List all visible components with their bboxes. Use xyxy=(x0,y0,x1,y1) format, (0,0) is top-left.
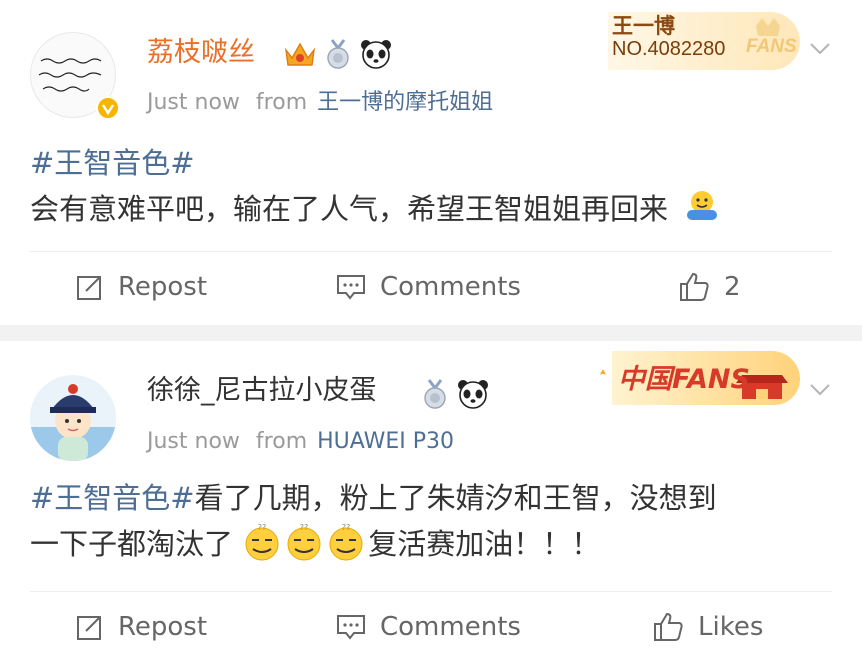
thumbs-up-icon xyxy=(654,612,683,641)
post-body-line2b: 复活赛加油！！！ xyxy=(368,527,601,561)
thumbs-up-icon xyxy=(680,272,709,301)
repost-button[interactable]: Repost xyxy=(76,597,207,657)
from-label: from xyxy=(255,429,308,454)
like-count: 2 xyxy=(724,272,741,302)
fans-badge[interactable]: 王一博 NO.4082280 FANS xyxy=(600,6,804,72)
username[interactable]: 荔枝啵丝 xyxy=(147,35,255,71)
repost-button[interactable]: Repost xyxy=(76,257,207,317)
china-fans-badge[interactable]: 中国FANS xyxy=(592,343,804,409)
smug-emoji-icon: ?? xyxy=(287,523,321,561)
from-label: from xyxy=(255,90,308,115)
username[interactable]: 徐徐_尼古拉小皮蛋 xyxy=(147,373,377,409)
likes-label: Likes xyxy=(698,612,764,642)
like-button[interactable]: 2 xyxy=(678,257,741,317)
smug-emoji-icon: ?? xyxy=(329,523,363,561)
verified-badge-icon xyxy=(96,96,120,120)
crown-icon xyxy=(284,42,316,66)
medal-icon xyxy=(424,379,446,409)
post-time: Just now xyxy=(147,90,240,115)
svg-text:??: ?? xyxy=(300,523,309,532)
post-body-line2a: 一下子都淘汰了 xyxy=(30,527,234,561)
user-avatar[interactable] xyxy=(30,375,116,461)
like-button[interactable]: Likes xyxy=(652,597,763,657)
user-badges xyxy=(283,38,393,70)
medal-icon xyxy=(327,39,349,69)
panda-icon xyxy=(458,380,488,409)
comments-label: Comments xyxy=(380,612,521,642)
comments-button[interactable]: Comments xyxy=(336,597,521,657)
post-text: #王智音色#看了几期，粉上了朱婧汐和王智，没想到 一下子都淘汰了 ?? ?? ?… xyxy=(30,475,832,567)
svg-text:??: ?? xyxy=(342,523,351,532)
repost-label: Repost xyxy=(118,612,208,642)
repost-icon xyxy=(77,616,101,640)
post-source[interactable]: 王一博的摩托姐姐 xyxy=(317,90,493,115)
user-badges xyxy=(420,378,490,410)
fans-badge-label: FANS xyxy=(746,36,797,57)
comment-icon xyxy=(337,275,365,300)
comments-button[interactable]: Comments xyxy=(336,257,521,317)
fans-badge-name: 王一博 xyxy=(612,14,675,38)
china-fans-label: 中国FANS xyxy=(618,364,750,395)
comment-icon xyxy=(337,615,365,640)
hashtag-link[interactable]: #王智音色# xyxy=(30,146,195,180)
post-source[interactable]: HUAWEI P30 xyxy=(317,429,454,454)
smug-emoji-icons: ?? ?? ?? xyxy=(245,523,363,561)
chevron-down-icon[interactable] xyxy=(808,377,832,401)
divider xyxy=(30,591,832,592)
post-time: Just now xyxy=(147,429,240,454)
chevron-down-icon[interactable] xyxy=(808,36,832,60)
post-text: #王智音色# 会有意难平吧，输在了人气，希望王智姐姐再回来 xyxy=(30,140,832,232)
post-body: 会有意难平吧，输在了人气，希望王智姐姐再回来 xyxy=(30,192,669,226)
weibo-post-2: 徐徐_尼古拉小皮蛋 Just now from HUAWEI P30 中国FAN… xyxy=(0,341,862,664)
post-separator xyxy=(0,325,862,341)
panda-icon xyxy=(361,40,391,69)
svg-text:??: ?? xyxy=(258,523,267,532)
hashtag-link[interactable]: #王智音色# xyxy=(30,481,195,515)
post-meta: Just now from 王一博的摩托姐姐 xyxy=(147,88,493,118)
action-bar: Repost Comments Likes xyxy=(0,597,862,657)
repost-label: Repost xyxy=(118,272,208,302)
hug-emoji-icon xyxy=(687,191,718,220)
post-body-line1: 看了几期，粉上了朱婧汐和王智，没想到 xyxy=(194,481,717,515)
action-bar: Repost Comments 2 xyxy=(0,257,862,317)
post-meta: Just now from HUAWEI P30 xyxy=(147,427,454,457)
comments-label: Comments xyxy=(380,272,521,302)
repost-icon xyxy=(77,276,101,300)
divider xyxy=(30,251,832,252)
weibo-post-1: 荔枝啵丝 Just now from 王一博的摩托姐姐 王一博 NO.40822… xyxy=(0,0,862,325)
smug-emoji-icon: ?? xyxy=(245,523,279,561)
fans-badge-number: NO.4082280 xyxy=(612,38,726,60)
